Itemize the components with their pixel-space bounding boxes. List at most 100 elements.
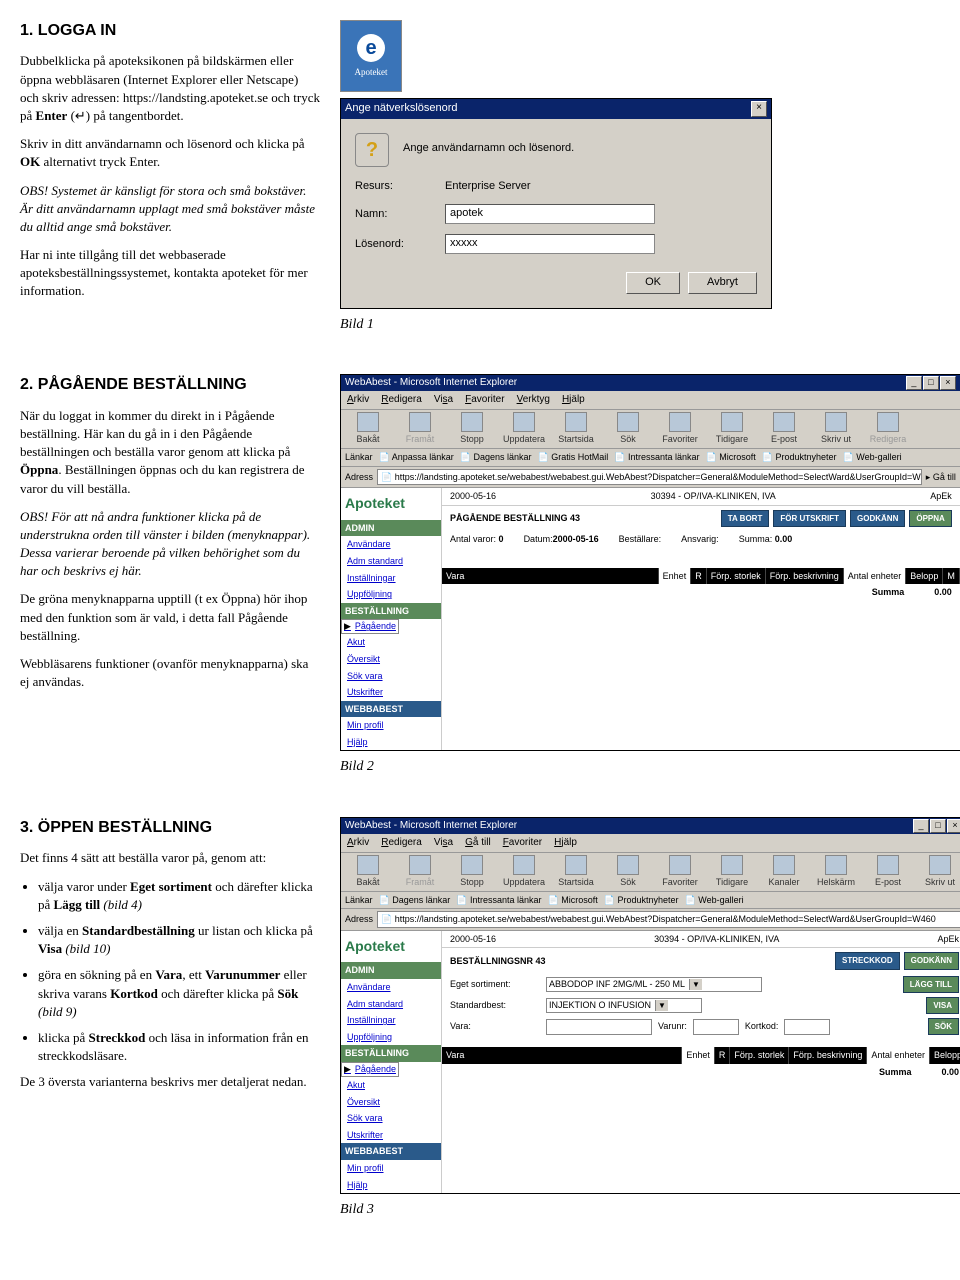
tb-epost[interactable]: E-post — [761, 412, 807, 446]
tb-skrivut[interactable]: Skriv ut — [917, 855, 960, 889]
sidebar-installningar[interactable]: Inställningar — [341, 1012, 441, 1029]
chevron-down-icon: ▼ — [689, 979, 702, 990]
link-dagens[interactable]: 📄 Dagens länkar — [460, 451, 532, 464]
tb-sok[interactable]: Sök — [605, 855, 651, 889]
link-anpassa[interactable]: 📄 Anpassa länkar — [379, 451, 454, 464]
section-1-text: 1. LOGGA IN Dubbelklicka på apoteksikone… — [20, 20, 320, 334]
godkann-button[interactable]: GODKÄNN — [850, 510, 905, 527]
avbryt-button[interactable]: Avbryt — [688, 272, 757, 293]
tb-skrivut[interactable]: Skriv ut — [813, 412, 859, 446]
sidebar-adm-standard[interactable]: Adm standard — [341, 996, 441, 1013]
sidebar-installningar[interactable]: Inställningar — [341, 570, 441, 587]
tb-startsida[interactable]: Startsida — [553, 855, 599, 889]
sidebar-anvandare[interactable]: Användare — [341, 979, 441, 996]
maximize-icon[interactable]: □ — [930, 819, 946, 833]
link-microsoft[interactable]: 📄 Microsoft — [706, 451, 756, 464]
menu-visa[interactable]: Visa — [434, 393, 453, 407]
sidebar-akut[interactable]: Akut — [341, 634, 441, 651]
tb-tidigare[interactable]: Tidigare — [709, 855, 755, 889]
sidebar-sok-vara[interactable]: Sök vara — [341, 668, 441, 685]
chevron-down-icon: ▼ — [655, 1000, 668, 1011]
menu-favoriter[interactable]: Favoriter — [503, 836, 542, 850]
standardbest-select[interactable]: INJEKTION O INFUSION▼ — [546, 998, 702, 1013]
close-icon[interactable]: × — [947, 819, 960, 833]
sidebar-min-profil[interactable]: Min profil — [341, 1160, 441, 1177]
sidebar-oversikt[interactable]: Översikt — [341, 651, 441, 668]
menu-arkiv[interactable]: Arkiv — [347, 836, 369, 850]
minimize-icon[interactable]: _ — [906, 376, 922, 390]
sidebar-utskrifter[interactable]: Utskrifter — [341, 684, 441, 701]
link-webgalleri[interactable]: 📄 Web-galleri — [685, 894, 744, 907]
menu-verktyg[interactable]: Verktyg — [517, 393, 550, 407]
table-header: Vara Enhet R Förp. storlek Förp. beskriv… — [442, 568, 960, 585]
varunr-input[interactable] — [693, 1019, 739, 1035]
visa-button[interactable]: VISA — [926, 997, 959, 1014]
sidebar-pagaende[interactable]: Pågående — [341, 619, 399, 634]
sidebar-akut[interactable]: Akut — [341, 1077, 441, 1094]
link-microsoft[interactable]: 📄 Microsoft — [548, 894, 598, 907]
tb-kanaler[interactable]: Kanaler — [761, 855, 807, 889]
tb-stopp[interactable]: Stopp — [449, 855, 495, 889]
menu-redigera[interactable]: Redigera — [381, 836, 422, 850]
for-utskrift-button[interactable]: FÖR UTSKRIFT — [773, 510, 846, 527]
address-input[interactable]: 📄 https://landsting.apoteket.se/webabest… — [377, 911, 960, 928]
sidebar-hjalp[interactable]: Hjälp — [341, 734, 441, 751]
minimize-icon[interactable]: _ — [913, 819, 929, 833]
menu-redigera[interactable]: Redigera — [381, 393, 422, 407]
sidebar-oversikt[interactable]: Översikt — [341, 1094, 441, 1111]
godkann-button[interactable]: GODKÄNN — [904, 952, 959, 969]
password-input[interactable]: xxxxx — [445, 234, 655, 254]
tb-helskarm[interactable]: Helskärm — [813, 855, 859, 889]
menu-hjalp[interactable]: Hjälp — [562, 393, 585, 407]
maximize-icon[interactable]: □ — [923, 376, 939, 390]
menu-favoriter[interactable]: Favoriter — [465, 393, 504, 407]
address-input[interactable]: 📄 https://landsting.apoteket.se/webabest… — [377, 469, 922, 486]
sidebar-pagaende[interactable]: Pågående — [341, 1062, 399, 1077]
tb-startsida[interactable]: Startsida — [553, 412, 599, 446]
close-icon[interactable]: × — [751, 101, 767, 117]
link-intressanta[interactable]: 📄 Intressanta länkar — [456, 894, 541, 907]
sidebar-min-profil[interactable]: Min profil — [341, 717, 441, 734]
sidebar-sok-vara[interactable]: Sök vara — [341, 1110, 441, 1127]
menu-visa[interactable]: Visa — [434, 836, 453, 850]
tb-bakat[interactable]: Bakåt — [345, 412, 391, 446]
apoteket-desktop-icon[interactable]: e Apoteket — [340, 20, 402, 92]
eget-sortiment-select[interactable]: ABBODOP INF 2MG/ML - 250 ML▼ — [546, 977, 762, 992]
menu-ga-till[interactable]: Gå till — [465, 836, 491, 850]
sok-button[interactable]: SÖK — [928, 1018, 959, 1035]
vara-input[interactable] — [546, 1019, 652, 1035]
sidebar-uppfoljning[interactable]: Uppföljning — [341, 1029, 441, 1046]
tb-bakat[interactable]: Bakåt — [345, 855, 391, 889]
link-dagens[interactable]: 📄 Dagens länkar — [379, 894, 451, 907]
tb-uppdatera[interactable]: Uppdatera — [501, 855, 547, 889]
tb-favoriter[interactable]: Favoriter — [657, 412, 703, 446]
link-intressanta[interactable]: 📄 Intressanta länkar — [614, 451, 699, 464]
username-input[interactable]: apotek — [445, 204, 655, 224]
tb-epost[interactable]: E-post — [865, 855, 911, 889]
ga-button[interactable]: ▸ Gå till — [926, 471, 956, 484]
link-hotmail[interactable]: 📄 Gratis HotMail — [538, 451, 609, 464]
sidebar-uppfoljning[interactable]: Uppföljning — [341, 586, 441, 603]
sidebar-anvandare[interactable]: Användare — [341, 536, 441, 553]
tb-tidigare[interactable]: Tidigare — [709, 412, 755, 446]
ok-button[interactable]: OK — [626, 272, 680, 293]
tb-favoriter[interactable]: Favoriter — [657, 855, 703, 889]
link-webgalleri[interactable]: 📄 Web-galleri — [843, 451, 902, 464]
tb-uppdatera[interactable]: Uppdatera — [501, 412, 547, 446]
link-produkt[interactable]: 📄 Produktnyheter — [762, 451, 837, 464]
sidebar-hjalp[interactable]: Hjälp — [341, 1177, 441, 1194]
summa-value: 0.00 — [934, 586, 952, 599]
sidebar-utskrifter[interactable]: Utskrifter — [341, 1127, 441, 1144]
tabort-button[interactable]: TA BORT — [721, 510, 770, 527]
link-produkt[interactable]: 📄 Produktnyheter — [604, 894, 679, 907]
close-icon[interactable]: × — [940, 376, 956, 390]
lagg-till-button[interactable]: LÄGG TILL — [903, 976, 959, 993]
tb-stopp[interactable]: Stopp — [449, 412, 495, 446]
oppna-button[interactable]: ÖPPNA — [909, 510, 951, 527]
menu-arkiv[interactable]: Arkiv — [347, 393, 369, 407]
tb-sok[interactable]: Sök — [605, 412, 651, 446]
streckkod-button[interactable]: STRECKKOD — [835, 952, 900, 969]
sidebar-adm-standard[interactable]: Adm standard — [341, 553, 441, 570]
menu-hjalp[interactable]: Hjälp — [554, 836, 577, 850]
kortkod-input[interactable] — [784, 1019, 830, 1035]
